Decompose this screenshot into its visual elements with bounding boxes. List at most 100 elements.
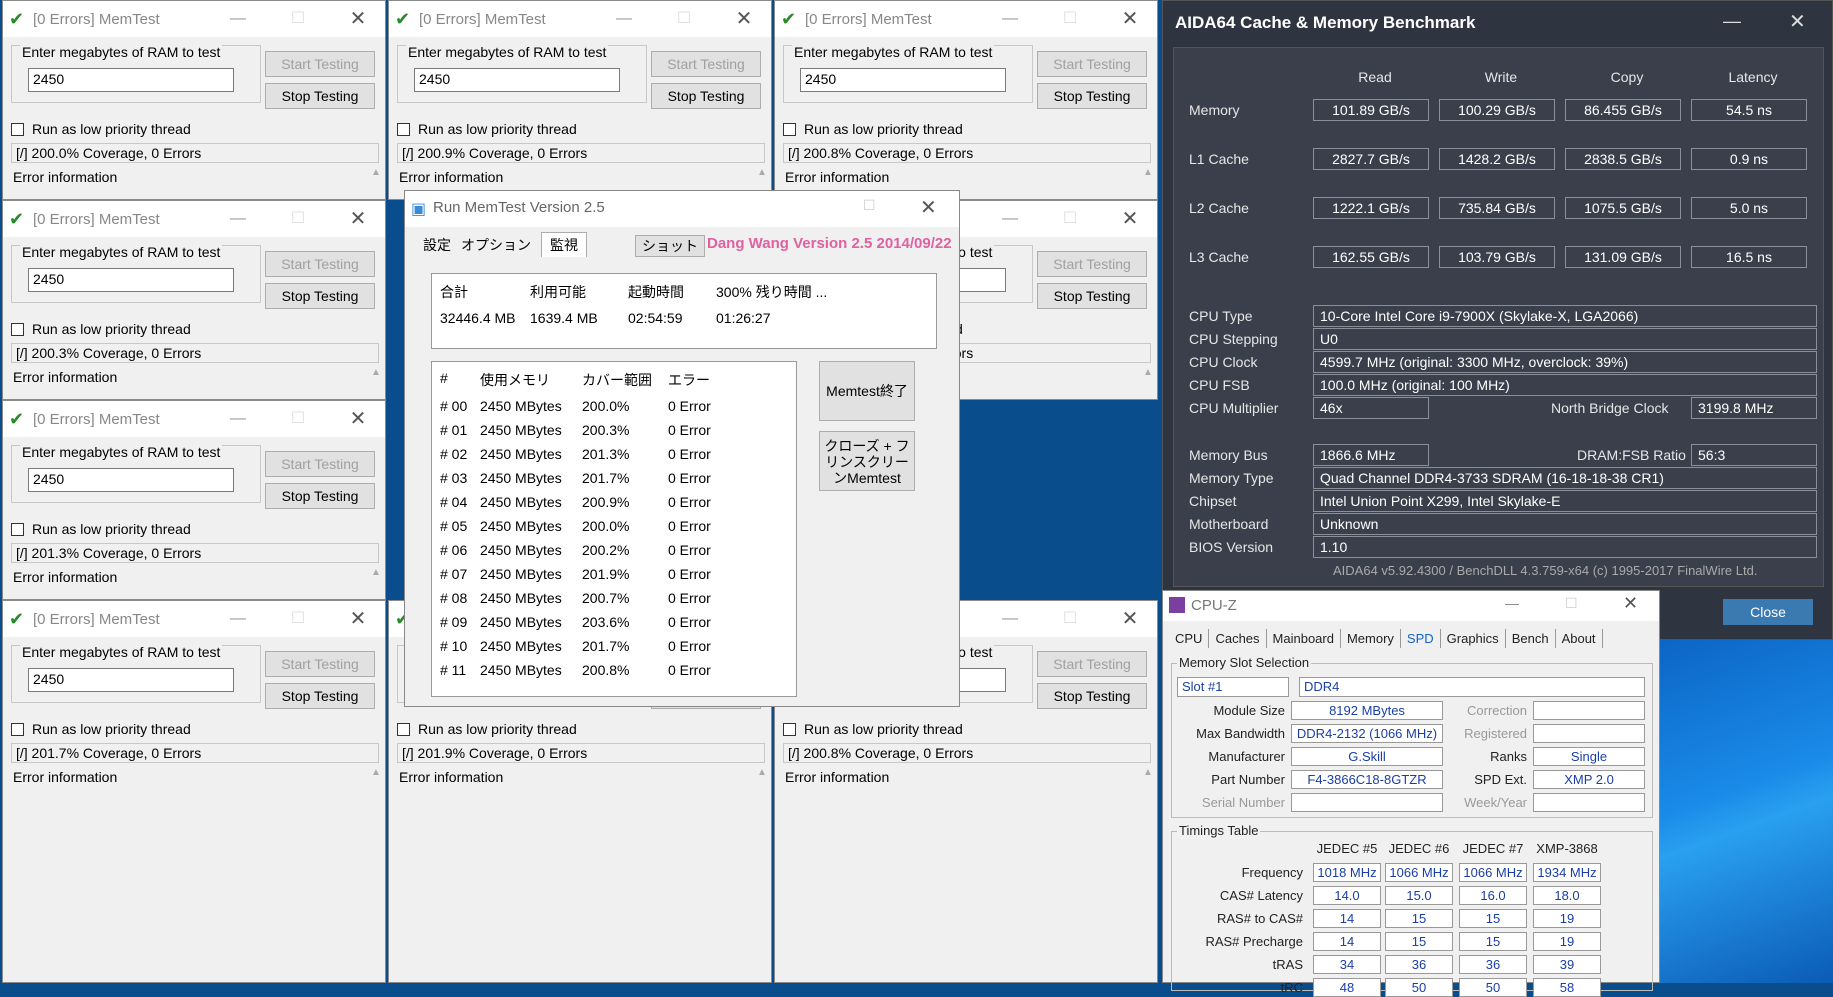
close-button[interactable]: ✕ — [1115, 7, 1145, 31]
ram-input[interactable]: 2450 — [414, 68, 620, 92]
memtest-titlebar[interactable]: ✔ [0 Errors] MemTest — ☐ ✕ — [3, 601, 385, 637]
close-fullscreen-button[interactable]: クローズ + フリンスクリーンMemtest — [819, 431, 915, 491]
slot-dropdown[interactable]: Slot #1 — [1177, 677, 1289, 697]
maximize-button[interactable]: ☐ — [669, 7, 699, 31]
close-button[interactable]: ✕ — [343, 607, 373, 631]
ram-input[interactable]: 2450 — [28, 268, 234, 292]
maximize-button[interactable]: ☐ — [1055, 207, 1085, 231]
stop-testing-button[interactable]: Stop Testing — [265, 683, 375, 709]
cpuz-tab[interactable]: About — [1556, 629, 1603, 648]
checkbox-box[interactable] — [11, 723, 24, 736]
scrollbar[interactable]: ▲ — [369, 167, 383, 199]
tab-settings[interactable]: 設定 — [423, 235, 451, 255]
close-button[interactable]: ✕ — [343, 7, 373, 31]
ram-input[interactable]: 2450 — [28, 668, 234, 692]
maximize-button[interactable]: ☐ — [1055, 607, 1085, 631]
low-priority-checkbox[interactable]: Run as low priority thread — [397, 121, 577, 137]
ram-input[interactable]: 2450 — [28, 468, 234, 492]
memtest-titlebar[interactable]: ✔ [0 Errors] MemTest — ☐ ✕ — [3, 1, 385, 37]
maximize-button[interactable]: ☐ — [283, 207, 313, 231]
minimize-button[interactable]: — — [1505, 595, 1519, 611]
start-testing-button[interactable]: Start Testing — [1037, 251, 1147, 277]
minimize-button[interactable]: — — [1723, 11, 1741, 32]
minimize-button[interactable]: — — [223, 407, 253, 431]
minimize-button[interactable]: — — [223, 607, 253, 631]
close-button[interactable]: ✕ — [1623, 593, 1638, 614]
checkbox-box[interactable] — [11, 123, 24, 136]
ram-input[interactable]: 2450 — [800, 68, 1006, 92]
start-testing-button[interactable]: Start Testing — [265, 651, 375, 677]
checkbox-box[interactable] — [783, 723, 796, 736]
low-priority-checkbox[interactable]: Run as low priority thread — [11, 521, 191, 537]
maximize-button[interactable]: ☐ — [863, 197, 876, 214]
minimize-button[interactable]: — — [995, 607, 1025, 631]
run-memtest-titlebar[interactable]: ▣ Run MemTest Version 2.5 ☐ ✕ — [405, 191, 959, 227]
cpuz-titlebar[interactable]: CPU-Z — ☐ ✕ — [1163, 591, 1659, 621]
minimize-button[interactable]: — — [609, 7, 639, 31]
cpuz-tab[interactable]: Memory — [1341, 629, 1401, 648]
cpuz-tab[interactable]: Graphics — [1441, 629, 1506, 648]
low-priority-checkbox[interactable]: Run as low priority thread — [783, 721, 963, 737]
low-priority-checkbox[interactable]: Run as low priority thread — [11, 121, 191, 137]
close-button[interactable]: ✕ — [1115, 607, 1145, 631]
scrollbar[interactable]: ▲ — [369, 767, 383, 947]
minimize-button[interactable]: — — [223, 207, 253, 231]
close-button[interactable]: ✕ — [1115, 207, 1145, 231]
close-x-button[interactable]: ✕ — [1789, 9, 1806, 34]
minimize-button[interactable]: — — [995, 7, 1025, 31]
memtest-end-button[interactable]: Memtest終了 — [819, 361, 915, 421]
maximize-button[interactable]: ☐ — [1055, 7, 1085, 31]
tab-monitor[interactable]: 監視 — [541, 232, 587, 257]
low-priority-checkbox[interactable]: Run as low priority thread — [11, 721, 191, 737]
checkbox-box[interactable] — [11, 323, 24, 336]
low-priority-checkbox[interactable]: Run as low priority thread — [783, 121, 963, 137]
stop-testing-button[interactable]: Stop Testing — [265, 83, 375, 109]
checkbox-box[interactable] — [11, 523, 24, 536]
maximize-button[interactable]: ☐ — [283, 7, 313, 31]
close-button[interactable]: ✕ — [343, 207, 373, 231]
scrollbar[interactable]: ▲ — [369, 567, 383, 599]
cpuz-tab[interactable]: Mainboard — [1267, 629, 1341, 648]
memtest-titlebar[interactable]: ✔ [0 Errors] MemTest — ☐ ✕ — [775, 1, 1157, 37]
low-priority-checkbox[interactable]: Run as low priority thread — [11, 321, 191, 337]
stop-testing-button[interactable]: Stop Testing — [265, 483, 375, 509]
scrollbar[interactable]: ▲ — [369, 367, 383, 399]
maximize-button[interactable]: ☐ — [283, 407, 313, 431]
close-button[interactable]: ✕ — [729, 7, 759, 31]
close-button[interactable]: ✕ — [343, 407, 373, 431]
tab-options[interactable]: オプション — [461, 235, 531, 255]
start-testing-button[interactable]: Start Testing — [265, 451, 375, 477]
ram-input[interactable]: 2450 — [28, 68, 234, 92]
thread-list[interactable]: # 使用メモリ カバー範囲 エラー # 00 2450 MBytes 200.0% 0… — [431, 361, 797, 697]
start-testing-button[interactable]: Start Testing — [1037, 51, 1147, 77]
cpuz-tab[interactable]: CPU — [1169, 629, 1210, 648]
cpuz-tab[interactable]: Bench — [1506, 629, 1556, 648]
checkbox-box[interactable] — [783, 123, 796, 136]
cpuz-tab[interactable]: SPD — [1401, 629, 1441, 648]
start-testing-button[interactable]: Start Testing — [265, 51, 375, 77]
start-testing-button[interactable]: Start Testing — [265, 251, 375, 277]
memtest-titlebar[interactable]: ✔ [0 Errors] MemTest — ☐ ✕ — [3, 201, 385, 237]
close-button[interactable]: ✕ — [920, 195, 937, 220]
stop-testing-button[interactable]: Stop Testing — [1037, 283, 1147, 309]
low-priority-checkbox[interactable]: Run as low priority thread — [397, 721, 577, 737]
checkbox-box[interactable] — [397, 123, 410, 136]
stop-testing-button[interactable]: Stop Testing — [1037, 683, 1147, 709]
maximize-button[interactable]: ☐ — [1565, 595, 1578, 612]
scrollbar[interactable]: ▲ — [1141, 167, 1155, 199]
stop-testing-button[interactable]: Stop Testing — [651, 83, 761, 109]
maximize-button[interactable]: ☐ — [283, 607, 313, 631]
start-testing-button[interactable]: Start Testing — [1037, 651, 1147, 677]
memtest-titlebar[interactable]: ✔ [0 Errors] MemTest — ☐ ✕ — [389, 1, 771, 37]
checkbox-box[interactable] — [397, 723, 410, 736]
minimize-button[interactable]: — — [223, 7, 253, 31]
scrollbar[interactable]: ▲ — [1141, 767, 1155, 947]
scrollbar[interactable]: ▲ — [755, 767, 769, 947]
scrollbar[interactable]: ▲ — [1141, 367, 1155, 399]
close-button[interactable]: Close — [1723, 599, 1813, 625]
stop-testing-button[interactable]: Stop Testing — [1037, 83, 1147, 109]
minimize-button[interactable]: — — [995, 207, 1025, 231]
screenshot-button[interactable]: ショット — [635, 235, 705, 257]
cpuz-tab[interactable]: Caches — [1209, 629, 1267, 648]
memtest-titlebar[interactable]: ✔ [0 Errors] MemTest — ☐ ✕ — [3, 401, 385, 437]
